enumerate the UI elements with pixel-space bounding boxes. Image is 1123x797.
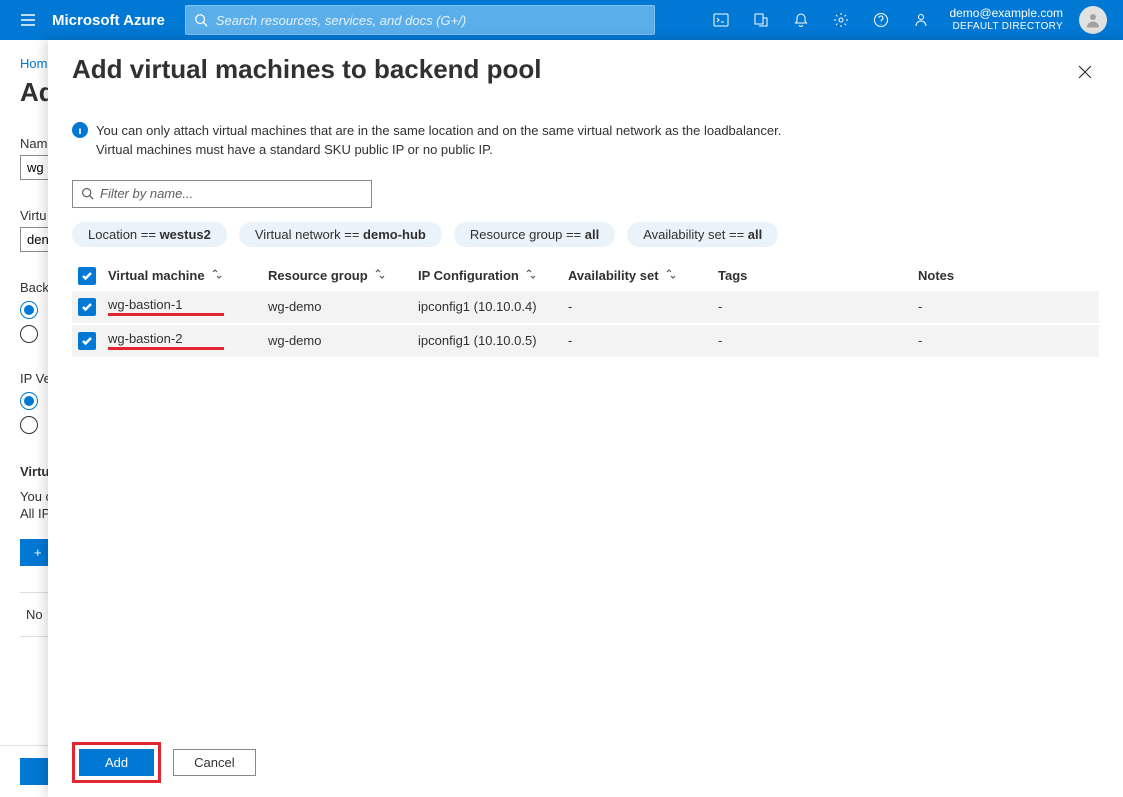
sort-icon bbox=[665, 268, 677, 283]
info-line1: You can only attach virtual machines tha… bbox=[96, 123, 781, 138]
top-bar: Microsoft Azure demo@example.com DEFAULT… bbox=[0, 0, 1123, 40]
highlight-add: Add bbox=[72, 742, 161, 783]
col-avail[interactable]: Availability set bbox=[568, 268, 718, 283]
bg-radio-2[interactable] bbox=[20, 325, 38, 343]
row-checkbox[interactable] bbox=[78, 298, 96, 316]
avatar[interactable] bbox=[1079, 6, 1107, 34]
menu-icon[interactable] bbox=[8, 12, 48, 28]
user-directory: DEFAULT DIRECTORY bbox=[953, 21, 1064, 33]
vm-rg: wg-demo bbox=[268, 333, 418, 348]
vm-notes: - bbox=[918, 299, 1099, 314]
vm-tags: - bbox=[718, 299, 918, 314]
row-checkbox[interactable] bbox=[78, 332, 96, 350]
search-wrap bbox=[185, 5, 655, 35]
pill-vnet[interactable]: Virtual network == demo-hub bbox=[239, 222, 442, 247]
sort-icon bbox=[374, 268, 386, 283]
global-search[interactable] bbox=[185, 5, 655, 35]
panel-body: You can only attach virtual machines tha… bbox=[48, 94, 1123, 728]
notifications-icon[interactable] bbox=[781, 0, 821, 40]
info-line2: Virtual machines must have a standard SK… bbox=[96, 142, 493, 157]
col-rg[interactable]: Resource group bbox=[268, 268, 418, 283]
panel-footer: Add Cancel bbox=[48, 728, 1123, 797]
panel-title: Add virtual machines to backend pool bbox=[72, 54, 1071, 85]
vm-notes: - bbox=[918, 333, 1099, 348]
pill-avail[interactable]: Availability set == all bbox=[627, 222, 778, 247]
vm-ip: ipconfig1 (10.10.0.5) bbox=[418, 333, 568, 348]
vm-name: wg-bastion-1 bbox=[108, 297, 224, 316]
table-row[interactable]: wg-bastion-1 wg-demo ipconfig1 (10.10.0.… bbox=[72, 291, 1099, 323]
select-all-checkbox[interactable] bbox=[78, 267, 96, 285]
col-vm[interactable]: Virtual machine bbox=[108, 268, 268, 283]
vm-tags: - bbox=[718, 333, 918, 348]
col-notes[interactable]: Notes bbox=[918, 268, 1099, 283]
bg-radio-1[interactable] bbox=[20, 301, 38, 319]
col-ip[interactable]: IP Configuration bbox=[418, 268, 568, 283]
info-banner: You can only attach virtual machines tha… bbox=[72, 122, 1099, 160]
table-row[interactable]: wg-bastion-2 wg-demo ipconfig1 (10.10.0.… bbox=[72, 325, 1099, 357]
vm-avail: - bbox=[568, 299, 718, 314]
vm-avail: - bbox=[568, 333, 718, 348]
global-search-input[interactable] bbox=[216, 13, 646, 28]
pill-rg[interactable]: Resource group == all bbox=[454, 222, 615, 247]
cloud-shell-icon[interactable] bbox=[701, 0, 741, 40]
sort-icon bbox=[525, 268, 537, 283]
settings-icon[interactable] bbox=[821, 0, 861, 40]
col-tags[interactable]: Tags bbox=[718, 268, 918, 283]
cancel-button[interactable]: Cancel bbox=[173, 749, 255, 776]
vm-table: Virtual machine Resource group IP Config… bbox=[72, 261, 1099, 357]
close-icon[interactable] bbox=[1071, 58, 1099, 86]
filter-box[interactable] bbox=[72, 180, 372, 208]
info-text: You can only attach virtual machines tha… bbox=[96, 122, 781, 160]
user-block[interactable]: demo@example.com DEFAULT DIRECTORY bbox=[941, 7, 1071, 32]
bg-radio-3[interactable] bbox=[20, 392, 38, 410]
brand-label: Microsoft Azure bbox=[48, 12, 185, 29]
pill-location[interactable]: Location == westus2 bbox=[72, 222, 227, 247]
top-right: demo@example.com DEFAULT DIRECTORY bbox=[701, 0, 1115, 40]
search-icon bbox=[81, 187, 94, 200]
add-button[interactable]: Add bbox=[79, 749, 154, 776]
directory-icon[interactable] bbox=[741, 0, 781, 40]
filter-input[interactable] bbox=[100, 186, 363, 201]
bg-radio-4[interactable] bbox=[20, 416, 38, 434]
vm-ip: ipconfig1 (10.10.0.4) bbox=[418, 299, 568, 314]
table-header: Virtual machine Resource group IP Config… bbox=[72, 261, 1099, 291]
info-icon bbox=[72, 122, 88, 138]
sort-icon bbox=[211, 268, 223, 283]
panel: Add virtual machines to backend pool You… bbox=[48, 40, 1123, 797]
help-icon[interactable] bbox=[861, 0, 901, 40]
panel-header: Add virtual machines to backend pool bbox=[48, 40, 1123, 94]
feedback-icon[interactable] bbox=[901, 0, 941, 40]
filter-pills: Location == westus2 Virtual network == d… bbox=[72, 222, 1099, 247]
vm-rg: wg-demo bbox=[268, 299, 418, 314]
vm-name: wg-bastion-2 bbox=[108, 331, 224, 350]
user-email: demo@example.com bbox=[949, 7, 1063, 21]
